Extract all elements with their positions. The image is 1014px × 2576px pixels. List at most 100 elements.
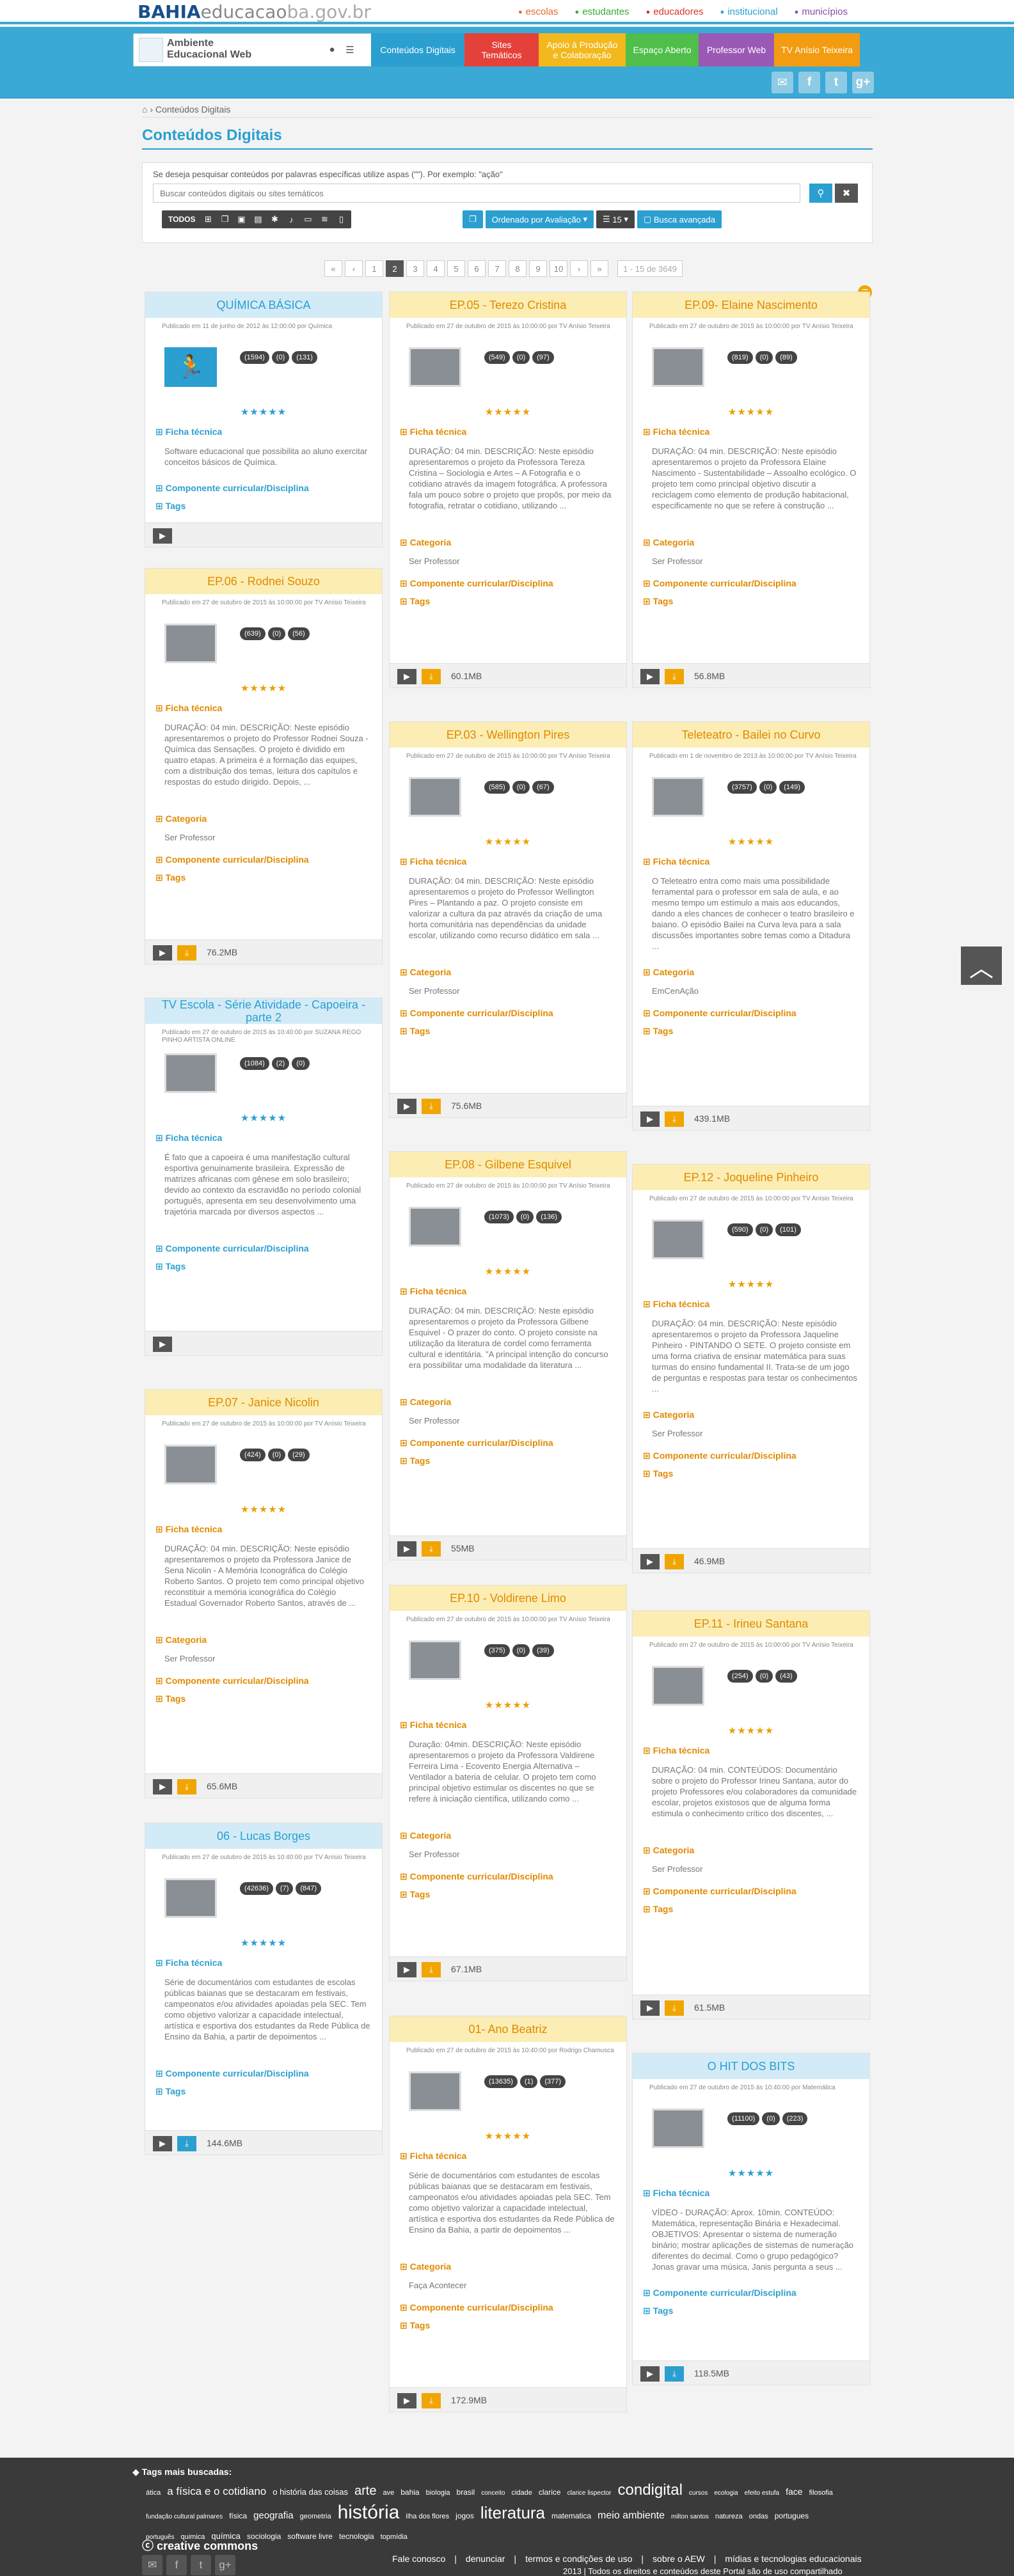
card-thumbnail[interactable] xyxy=(164,1878,217,1918)
nav-item-4[interactable]: Professor Web xyxy=(699,33,774,67)
tag-link[interactable]: o história das coisas xyxy=(273,2483,348,2502)
tags-link[interactable]: ⊞ Tags xyxy=(643,2305,673,2316)
card-thumbnail[interactable] xyxy=(652,1220,704,1259)
rating-stars[interactable]: ★★★★★ xyxy=(633,406,869,418)
card-title[interactable]: TV Escola - Série Atividade - Capoeira -… xyxy=(145,998,382,1025)
download-button[interactable]: ⤓ xyxy=(422,1541,441,1557)
tag-link[interactable]: história xyxy=(338,2503,400,2522)
card-title[interactable]: EP.03 - Wellington Pires xyxy=(390,722,626,749)
card-title[interactable]: EP.06 - Rodnei Souzo xyxy=(145,569,382,595)
copy-icon[interactable]: ❐ xyxy=(463,210,483,228)
top-link-2[interactable]: ● educadores xyxy=(646,6,704,17)
search-input[interactable] xyxy=(153,184,800,203)
play-button[interactable]: ▶ xyxy=(397,1541,416,1557)
download-button[interactable]: ⤓ xyxy=(177,2136,196,2151)
email-icon[interactable]: ✉ xyxy=(772,72,793,93)
play-button[interactable]: ▶ xyxy=(640,1554,660,1569)
tags-link[interactable]: ⊞ Tags xyxy=(643,1468,673,1479)
filter-document-icon[interactable]: ▯ xyxy=(333,212,349,226)
tag-link[interactable]: ática xyxy=(146,2483,161,2502)
tag-link[interactable]: biologia xyxy=(426,2483,450,2502)
scroll-top-button[interactable]: ︿ xyxy=(961,946,1002,985)
ficha-link[interactable]: ⊞ Ficha técnica xyxy=(400,1720,466,1731)
card-title[interactable]: EP.08 - Gilbene Esquivel xyxy=(390,1152,626,1179)
download-button[interactable]: ⤓ xyxy=(177,945,196,961)
twitter-icon[interactable]: t xyxy=(825,72,847,93)
tag-link[interactable]: tecnologia xyxy=(339,2527,374,2546)
componente-link[interactable]: ⊞ Componente curricular/Disciplina xyxy=(155,1243,309,1254)
play-button[interactable]: ▶ xyxy=(640,2366,660,2382)
tags-link[interactable]: ⊞ Tags xyxy=(400,596,430,607)
categoria-link[interactable]: ⊞ Categoria xyxy=(155,813,207,824)
rating-stars[interactable]: ★★★★★ xyxy=(145,406,382,418)
card-title[interactable]: Teleteatro - Bailei no Curvo xyxy=(633,722,869,749)
tag-link[interactable]: filosofia xyxy=(809,2483,833,2502)
tags-link[interactable]: ⊞ Tags xyxy=(400,1889,430,1900)
tag-link[interactable]: software livre xyxy=(287,2527,333,2546)
download-button[interactable]: ⤓ xyxy=(422,1962,441,1977)
componente-link[interactable]: ⊞ Componente curricular/Disciplina xyxy=(155,483,309,494)
ficha-link[interactable]: ⊞ Ficha técnica xyxy=(643,1299,709,1310)
rating-stars[interactable]: ★★★★★ xyxy=(145,1112,382,1124)
componente-link[interactable]: ⊞ Componente curricular/Disciplina xyxy=(400,578,553,589)
play-button[interactable]: ▶ xyxy=(640,1111,660,1127)
per-page-dropdown[interactable]: ☰ 15 ▾ xyxy=(596,210,635,228)
tag-link[interactable]: conceito xyxy=(481,2484,505,2503)
tag-link[interactable]: geometria xyxy=(300,2507,331,2526)
filter-app-icon[interactable]: ✱ xyxy=(267,212,282,226)
menu-icon[interactable]: ☰ xyxy=(342,44,358,57)
page-link-3[interactable]: 2 xyxy=(386,260,404,277)
rating-stars[interactable]: ★★★★★ xyxy=(390,2130,626,2142)
tag-link[interactable]: física xyxy=(229,2506,247,2525)
rating-stars[interactable]: ★★★★★ xyxy=(145,682,382,694)
footer-link[interactable]: denunciar xyxy=(466,2554,505,2564)
play-button[interactable]: ▶ xyxy=(397,669,416,684)
tags-link[interactable]: ⊞ Tags xyxy=(643,596,673,607)
tag-link[interactable]: clarice xyxy=(539,2483,561,2502)
card-thumbnail[interactable] xyxy=(409,1207,461,1246)
play-button[interactable]: ▶ xyxy=(640,669,660,684)
tag-link[interactable]: topmídia xyxy=(381,2527,408,2547)
tag-link[interactable]: face xyxy=(786,2482,802,2501)
nav-item-3[interactable]: Espaço Aberto xyxy=(626,33,699,67)
filter-sitemap-icon[interactable]: ⊞ xyxy=(200,212,216,226)
rating-stars[interactable]: ★★★★★ xyxy=(145,1504,382,1515)
card-title[interactable]: 01- Ano Beatriz xyxy=(390,2016,626,2043)
filter-all-button[interactable]: TODOS xyxy=(164,215,199,224)
ficha-link[interactable]: ⊞ Ficha técnica xyxy=(643,2188,709,2199)
page-link-8[interactable]: 7 xyxy=(488,260,506,277)
componente-link[interactable]: ⊞ Componente curricular/Disciplina xyxy=(400,2302,553,2313)
tag-link[interactable]: ave xyxy=(383,2483,394,2502)
categoria-link[interactable]: ⊞ Categoria xyxy=(643,537,694,548)
tags-link[interactable]: ⊞ Tags xyxy=(155,1261,186,1272)
app-icon[interactable]: 🏃 xyxy=(164,347,217,387)
filter-image-icon[interactable]: ▤ xyxy=(250,212,265,226)
footer-link[interactable]: termos e condições de uso xyxy=(525,2554,632,2564)
card-title[interactable]: EP.10 - Voldirene Limo xyxy=(390,1585,626,1612)
footer-facebook-icon[interactable]: f xyxy=(166,2555,187,2575)
top-link-3[interactable]: ● institucional xyxy=(720,6,778,17)
card-thumbnail[interactable] xyxy=(409,2071,461,2111)
aew-logo[interactable]: Ambiente Educacional Web ● ☰ xyxy=(133,33,375,67)
tag-link[interactable]: a física e o cotidiano xyxy=(167,2482,266,2501)
tag-link[interactable]: geografia xyxy=(253,2506,294,2525)
nav-item-2[interactable]: Apoio à Produção e Colaboração xyxy=(539,33,626,67)
card-thumbnail[interactable] xyxy=(652,347,704,387)
tag-link[interactable]: condigital xyxy=(618,2481,683,2500)
download-button[interactable]: ⤓ xyxy=(665,1554,684,1569)
download-button[interactable]: ⤓ xyxy=(665,2366,684,2382)
ficha-link[interactable]: ⊞ Ficha técnica xyxy=(400,427,466,437)
download-button[interactable]: ⤓ xyxy=(177,1779,196,1795)
tag-link[interactable]: cidade xyxy=(511,2483,532,2502)
page-link-7[interactable]: 6 xyxy=(468,260,486,277)
rating-stars[interactable]: ★★★★★ xyxy=(633,836,869,847)
rating-stars[interactable]: ★★★★★ xyxy=(633,1725,869,1736)
sort-dropdown[interactable]: Ordenado por Avaliação ▾ xyxy=(485,210,594,228)
componente-link[interactable]: ⊞ Componente curricular/Disciplina xyxy=(155,2068,309,2079)
home-icon[interactable]: ⌂ xyxy=(142,104,147,114)
tag-link[interactable]: milton santos xyxy=(671,2508,709,2527)
ficha-link[interactable]: ⊞ Ficha técnica xyxy=(155,427,222,437)
rating-stars[interactable]: ★★★★★ xyxy=(390,406,626,418)
rating-stars[interactable]: ★★★★★ xyxy=(390,836,626,847)
categoria-link[interactable]: ⊞ Categoria xyxy=(643,967,694,978)
